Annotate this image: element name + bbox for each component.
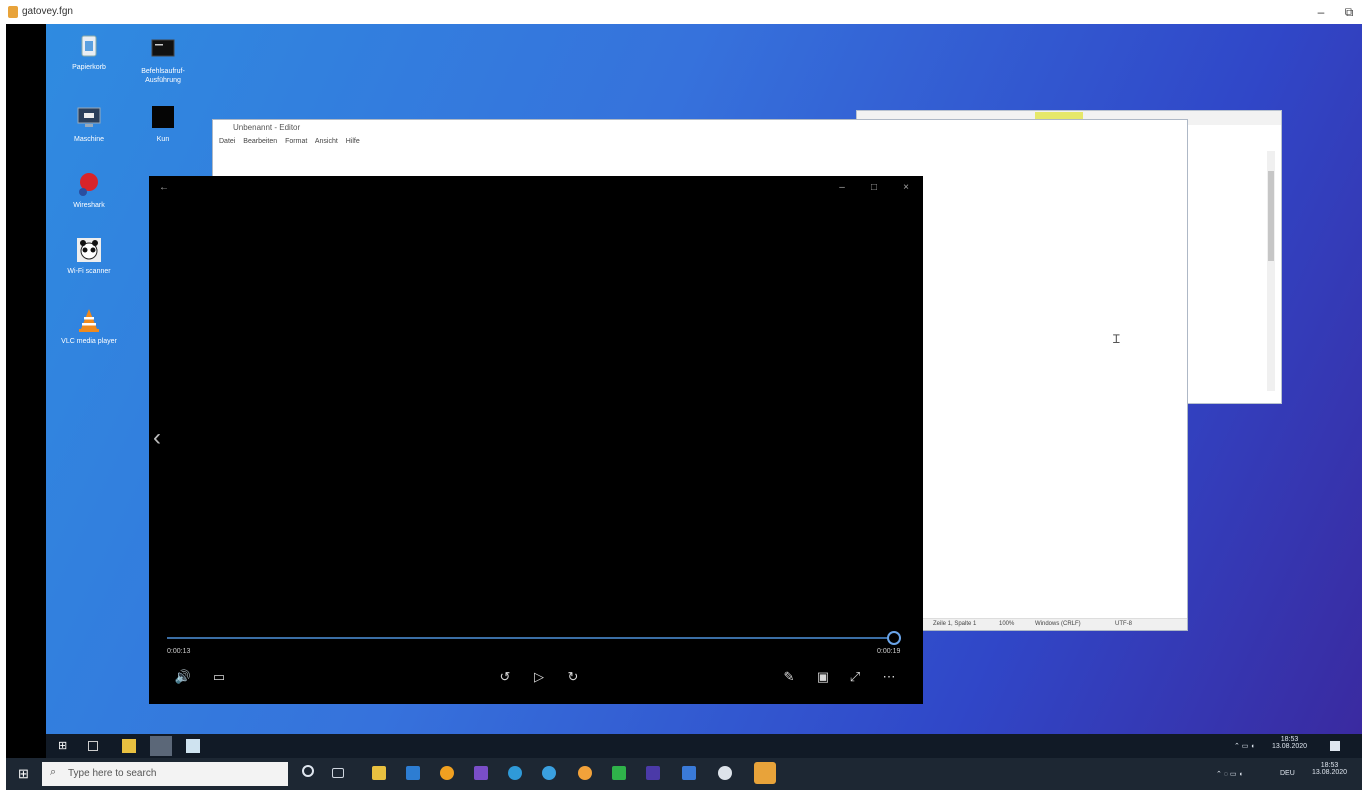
- viewer-minimize-button[interactable]: –: [1312, 3, 1330, 21]
- viewer-window-title: gatovey.fgn: [22, 6, 73, 17]
- player-close-button[interactable]: ×: [897, 182, 915, 196]
- white-app-icon[interactable]: [718, 766, 732, 780]
- language-indicator[interactable]: DEU: [1280, 770, 1295, 777]
- desktop-icon-vlc[interactable]: VLC media player: [54, 306, 124, 346]
- remote-explorer-icon[interactable]: [122, 739, 136, 753]
- status-eol: Windows (CRLF): [1035, 621, 1081, 627]
- previous-arrow-icon[interactable]: ‹: [153, 424, 161, 452]
- explorer-scroll-thumb[interactable]: [1268, 171, 1274, 261]
- tray-icons[interactable]: ⌃ ◌ ▭ ◖: [1216, 770, 1243, 778]
- mini-view-icon[interactable]: ▣: [813, 668, 833, 686]
- menu-hilfe[interactable]: Hilfe: [346, 138, 360, 145]
- search-box[interactable]: ⌕ Type here to search: [42, 762, 288, 786]
- edit-pencil-icon[interactable]: ✎: [779, 668, 799, 686]
- seek-bar[interactable]: [167, 637, 901, 639]
- desktop-icon-terminal[interactable]: Befehlsaufruf-Ausführung: [128, 36, 198, 85]
- viewer-app-icon: [8, 6, 18, 18]
- desktop-icon-label: Wi-Fi scanner: [67, 268, 111, 275]
- menu-datei[interactable]: Datei: [219, 138, 235, 145]
- remote-notepad-icon[interactable]: [150, 736, 172, 756]
- viewer-restore-button[interactable]: ⧉: [1340, 3, 1358, 21]
- console-icon: [149, 104, 177, 132]
- search-placeholder: Type here to search: [68, 768, 157, 779]
- notepad-title-bar: [213, 120, 1187, 136]
- total-time: 0:00:19: [877, 648, 901, 655]
- visual-studio-icon[interactable]: [474, 766, 488, 780]
- recycle-bin-icon: [75, 32, 103, 60]
- remote-start-icon[interactable]: ⊞: [58, 739, 72, 753]
- clock-time: 18:53: [1320, 762, 1339, 769]
- task-view-icon[interactable]: [332, 768, 344, 778]
- local-taskbar: ⊞ ⌕ Type here to search ⌃ ◌ ▭ ◖ DEU 18:5…: [6, 758, 1362, 790]
- play-icon[interactable]: ▷: [529, 668, 549, 686]
- status-position: Zeile 1, Spalte 1: [933, 621, 977, 627]
- current-time: 0:00:13: [167, 648, 191, 655]
- clock-date: 13.08.2020: [1312, 769, 1348, 776]
- desktop-icon-label: VLC media player: [61, 338, 117, 345]
- remote-clock-date: 13.08.2020: [1272, 743, 1308, 750]
- seek-knob[interactable]: [886, 631, 901, 645]
- remote-taskview-icon[interactable]: [88, 741, 98, 751]
- player-back-button[interactable]: ←: [155, 182, 173, 196]
- desktop-icon-console[interactable]: Kun: [128, 104, 198, 144]
- status-encoding: UTF-8: [1115, 621, 1132, 627]
- media-player-window[interactable]: ← – □ × ‹ 0:00:13 0:00:19 🔊 ▭ ↺ ▷ ↻ ✎ ▣ …: [149, 176, 923, 704]
- skip-forward-icon[interactable]: ↻: [563, 668, 583, 686]
- browser-icon[interactable]: [542, 766, 556, 780]
- start-icon[interactable]: ⊞: [18, 766, 29, 782]
- file-explorer-icon[interactable]: [372, 766, 386, 780]
- volume-icon[interactable]: 🔊: [173, 668, 193, 686]
- desktop-icon-machine[interactable]: Maschine: [54, 104, 124, 144]
- firefox-icon[interactable]: [578, 766, 592, 780]
- menu-format[interactable]: Format: [285, 138, 307, 145]
- desktop-icon-label: Befehlsaufruf-Ausführung: [141, 68, 185, 84]
- desktop-icon-label: Kun: [156, 136, 170, 143]
- status-zoom: 100%: [999, 621, 1015, 627]
- remote-desktop-icon[interactable]: [682, 766, 696, 780]
- edge-icon[interactable]: [508, 766, 522, 780]
- remote-notification-icon[interactable]: [1330, 741, 1340, 751]
- remote-desktop-view[interactable]: Papierkorb Befehlsaufruf-Ausführung Masc…: [6, 24, 1362, 790]
- remote-tray-icons[interactable]: ⌃ ▭ ◖: [1234, 742, 1255, 750]
- store-icon[interactable]: [406, 766, 420, 780]
- desktop-icon-label: Wireshark: [73, 202, 105, 209]
- desktop-icon-recycle-bin[interactable]: Papierkorb: [54, 32, 124, 72]
- skip-back-icon[interactable]: ↺: [495, 668, 515, 686]
- monitor-icon: [75, 104, 103, 132]
- more-options-icon[interactable]: ⋯: [879, 668, 899, 686]
- terminal-icon: [149, 36, 177, 64]
- desktop-icon-label: Papierkorb: [72, 64, 106, 71]
- menu-ansicht[interactable]: Ansicht: [315, 138, 338, 145]
- player-minimize-button[interactable]: –: [833, 182, 851, 196]
- fullscreen-icon[interactable]: ⤢: [845, 668, 865, 686]
- desktop-background[interactable]: Papierkorb Befehlsaufruf-Ausführung Masc…: [46, 24, 1362, 734]
- active-viewer-icon[interactable]: [754, 762, 776, 784]
- purple-app-icon[interactable]: [646, 766, 660, 780]
- green-app-icon[interactable]: [612, 766, 626, 780]
- desktop-icon-red-app[interactable]: Wireshark: [54, 170, 124, 210]
- chrome-icon[interactable]: [440, 766, 454, 780]
- panda-icon: [75, 236, 103, 264]
- search-icon: ⌕: [50, 766, 57, 778]
- desktop-icon-panda[interactable]: Wi-Fi scanner: [54, 236, 124, 276]
- text-cursor-icon: Ɪ: [1113, 332, 1120, 346]
- notepad-title: Unbenannt - Editor: [233, 123, 301, 132]
- vlc-cone-icon: [75, 306, 103, 334]
- remote-app-icon[interactable]: [186, 739, 200, 753]
- clock[interactable]: 18:53 13.08.2020: [1312, 762, 1347, 776]
- red-app-icon: [75, 170, 103, 198]
- remote-clock[interactable]: 18:53 13.08.2020: [1272, 736, 1307, 750]
- menu-bearbeiten[interactable]: Bearbeiten: [243, 138, 277, 145]
- notepad-menu-bar: Datei Bearbeiten Format Ansicht Hilfe: [219, 138, 366, 145]
- cortana-icon[interactable]: [302, 765, 314, 777]
- remote-taskbar: ⊞ ⌃ ▭ ◖ 18:53 13.08.2020: [46, 734, 1362, 758]
- player-maximize-button[interactable]: □: [865, 182, 883, 196]
- captions-icon[interactable]: ▭: [209, 668, 229, 686]
- desktop-icon-label: Maschine: [74, 136, 104, 143]
- viewer-title-bar: gatovey.fgn – ⧉: [0, 0, 1367, 24]
- remote-clock-time: 18:53: [1280, 736, 1299, 743]
